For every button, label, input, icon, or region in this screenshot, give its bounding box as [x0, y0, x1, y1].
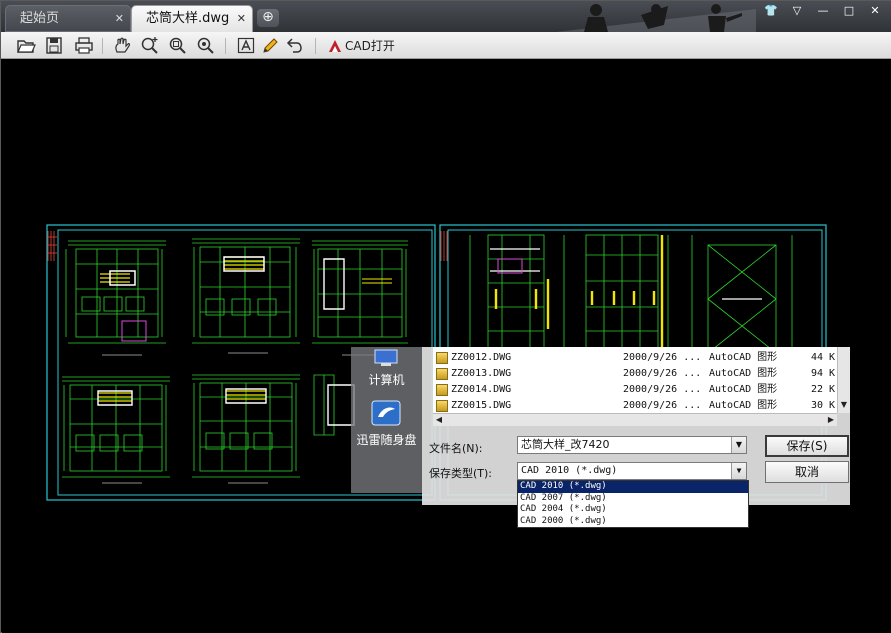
file-list[interactable]: ZZ0012.DWG 2000/9/26 ... AutoCAD 图形 44 K… [433, 347, 837, 413]
skin-icon[interactable]: 👕 [760, 3, 782, 19]
file-date: 2000/9/26 ... [623, 384, 702, 395]
cancel-button[interactable]: 取消 [765, 461, 849, 483]
tab-start-page[interactable]: 起始页 ✕ [5, 5, 131, 32]
dwg-file-icon [436, 368, 448, 380]
list-item[interactable]: ZZ0012.DWG 2000/9/26 ... AutoCAD 图形 44 K [433, 350, 837, 366]
file-name: ZZ0012.DWG [451, 352, 512, 363]
zoom-extents-icon[interactable] [195, 35, 217, 56]
file-size: 30 K [811, 400, 836, 411]
cad-open-label: CAD打开 [345, 39, 395, 53]
pan-hand-icon[interactable] [111, 35, 133, 56]
window-controls: 👕 ▽ — □ ✕ [760, 3, 886, 19]
cad-drawing [46, 224, 827, 501]
zoom-in-icon[interactable] [139, 35, 161, 56]
file-name: ZZ0015.DWG [451, 400, 512, 411]
scroll-right-icon[interactable]: ▶ [825, 414, 837, 426]
file-date: 2000/9/26 ... [623, 352, 702, 363]
dialog-places-bar: 计算机 迅雷随身盘 [351, 347, 422, 493]
filename-value: 芯筒大样_改7420 [521, 438, 610, 451]
save-disk-icon[interactable] [43, 35, 65, 56]
app-window: 起始页 ✕ 芯筒大样.dwg ✕ ⊕ 👕 ▽ — □ ✕ CAD打开 计算机 迅… [0, 0, 891, 633]
filename-field[interactable]: 芯筒大样_改7420 ▼ [517, 436, 747, 454]
vertical-scrollbar[interactable]: ▼ [837, 347, 850, 413]
cad-logo-icon [329, 40, 341, 52]
save-button[interactable]: 保存(S) [765, 435, 849, 457]
file-type: AutoCAD 图形 [709, 384, 778, 395]
place-label[interactable]: 迅雷随身盘 [351, 431, 422, 448]
toolbar-separator [225, 38, 226, 54]
computer-icon[interactable] [371, 349, 401, 367]
filetype-value: CAD 2010 (*.dwg) [521, 465, 618, 476]
dropdown-option[interactable]: CAD 2000 (*.dwg) [518, 516, 748, 528]
undo-icon[interactable] [283, 35, 305, 56]
list-item[interactable]: ZZ0013.DWG 2000/9/26 ... AutoCAD 图形 94 K [433, 366, 837, 382]
tab-label: 起始页 [20, 11, 60, 26]
title-tab-bar: 起始页 ✕ 芯筒大样.dwg ✕ ⊕ 👕 ▽ — □ ✕ [1, 1, 891, 32]
file-type: AutoCAD 图形 [709, 352, 778, 363]
list-item[interactable]: ZZ0015.DWG 2000/9/26 ... AutoCAD 图形 30 K [433, 398, 837, 413]
file-type: AutoCAD 图形 [709, 368, 778, 379]
close-window-icon[interactable]: ✕ [864, 3, 886, 19]
dropdown-option[interactable]: CAD 2010 (*.dwg) [518, 481, 748, 493]
file-date: 2000/9/26 ... [623, 400, 702, 411]
close-icon[interactable]: ✕ [115, 6, 124, 32]
dwg-file-icon [436, 352, 448, 364]
cloud-drive-icon[interactable] [369, 399, 403, 427]
tab-label: 芯筒大样.dwg [146, 11, 230, 26]
minimize-icon[interactable]: — [812, 3, 834, 19]
filename-label: 文件名(N): [429, 442, 483, 455]
toolbar-separator [102, 38, 103, 54]
menu-icon[interactable]: ▽ [786, 3, 808, 19]
toolbar-separator [315, 38, 316, 54]
tab-current-drawing[interactable]: 芯筒大样.dwg ✕ [131, 5, 253, 32]
chevron-down-icon[interactable]: ▼ [731, 437, 746, 453]
list-item[interactable]: ZZ0014.DWG 2000/9/26 ... AutoCAD 图形 22 K [433, 382, 837, 398]
filetype-select[interactable]: CAD 2010 (*.dwg) ▼ [517, 462, 747, 480]
dwg-file-icon [436, 384, 448, 396]
close-icon[interactable]: ✕ [237, 6, 246, 32]
pencil-icon[interactable] [259, 35, 281, 56]
cad-open-button[interactable]: CAD打开 [327, 36, 395, 56]
new-tab-button[interactable]: ⊕ [257, 9, 279, 27]
banner-figures-icon [556, 4, 756, 32]
file-size: 94 K [811, 368, 836, 379]
horizontal-scrollbar[interactable]: ◀ ▶ [433, 413, 837, 426]
open-folder-icon[interactable] [15, 35, 37, 56]
file-size: 22 K [811, 384, 836, 395]
zoom-window-icon[interactable] [167, 35, 189, 56]
dropdown-option[interactable]: CAD 2004 (*.dwg) [518, 504, 748, 516]
filetype-dropdown-list[interactable]: CAD 2010 (*.dwg) CAD 2007 (*.dwg) CAD 20… [517, 480, 749, 528]
filetype-label: 保存类型(T): [429, 467, 493, 480]
place-label[interactable]: 计算机 [351, 371, 422, 388]
text-tool-icon[interactable] [235, 35, 257, 56]
main-toolbar: CAD打开 [1, 32, 891, 59]
scroll-down-icon[interactable]: ▼ [838, 399, 850, 411]
file-type: AutoCAD 图形 [709, 400, 778, 411]
print-icon[interactable] [73, 35, 95, 56]
file-date: 2000/9/26 ... [623, 368, 702, 379]
drawing-canvas[interactable] [2, 59, 891, 633]
file-name: ZZ0013.DWG [451, 368, 512, 379]
file-size: 44 K [811, 352, 836, 363]
dropdown-option[interactable]: CAD 2007 (*.dwg) [518, 493, 748, 505]
file-name: ZZ0014.DWG [451, 384, 512, 395]
scroll-left-icon[interactable]: ◀ [433, 414, 445, 426]
dwg-file-icon [436, 400, 448, 412]
chevron-down-icon[interactable]: ▼ [731, 463, 746, 479]
maximize-icon[interactable]: □ [838, 3, 860, 19]
